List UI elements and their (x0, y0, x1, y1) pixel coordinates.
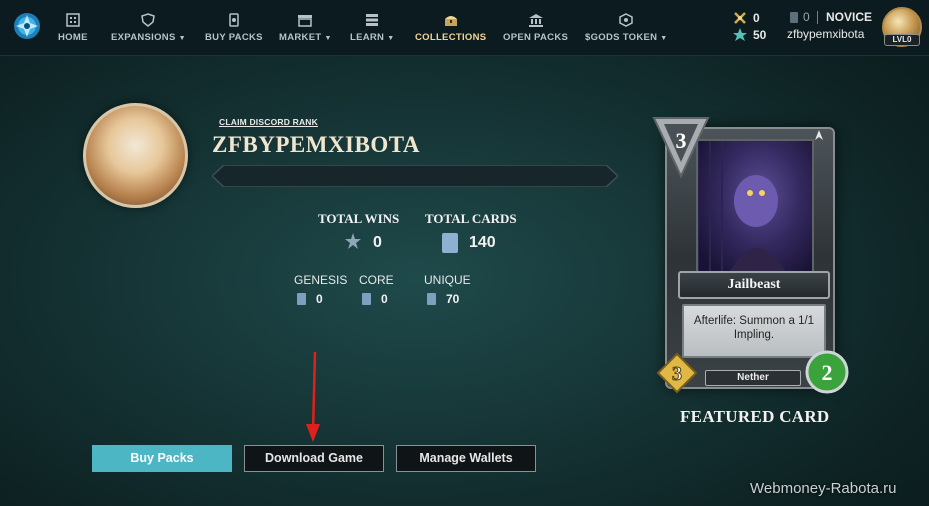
chevron-down-icon: ▼ (387, 35, 395, 42)
nav-expansions-label: EXPANSIONS (111, 32, 176, 43)
nav-open-packs-label: OPEN PACKS (503, 32, 569, 43)
watermark: Webmoney-Rabota.ru (750, 480, 897, 497)
core-label: CORE (359, 273, 394, 287)
core-card-icon (362, 293, 371, 305)
health-badge: 2 (805, 350, 849, 394)
genesis-card-icon (297, 293, 306, 305)
pack-icon (229, 13, 239, 27)
download-game-button[interactable]: Download Game (244, 445, 384, 472)
unique-value: 70 (446, 292, 460, 306)
card-tribe: Nether (705, 370, 801, 386)
total-wins-value: 0 (373, 234, 382, 251)
attack-badge: 3 (656, 352, 698, 394)
chevron-down-icon: ▼ (660, 35, 668, 42)
nav-open-packs[interactable]: OPEN PACKS (503, 0, 568, 56)
top-navbar: HOME EXPANSIONS ▼ BUY PACKS MARKET ▼ LEARN… (0, 0, 929, 56)
nav-market[interactable]: MARKET ▼ (279, 0, 332, 56)
divider (817, 11, 818, 24)
nav-buy-packs[interactable]: BUY PACKS (205, 0, 263, 56)
jailbeast-art-icon (697, 141, 788, 275)
buy-packs-button[interactable]: Buy Packs (92, 445, 232, 472)
nav-gods-token-label: $GODS TOKEN (585, 32, 658, 43)
genesis-value: 0 (316, 292, 323, 306)
attack-value: 3 (672, 363, 682, 385)
card-name: Jailbeast (678, 271, 830, 299)
star-value: 50 (753, 28, 767, 42)
wins-icon (345, 233, 361, 249)
total-cards-value: 140 (469, 234, 496, 251)
rank-label: NOVICE (826, 10, 873, 24)
nav-collections-label: COLLECTIONS (415, 32, 487, 43)
genesis-label: GENESIS (294, 273, 348, 287)
star-icon (733, 28, 747, 41)
book-icon (366, 14, 379, 26)
cards-icon (442, 233, 458, 253)
nav-collections[interactable]: COLLECTIONS (415, 0, 486, 56)
flux-balance: 0 (733, 10, 760, 26)
mana-badge: 3 (652, 117, 710, 179)
shield-icon (141, 13, 156, 27)
nav-username[interactable]: zfbypemxibota (787, 27, 864, 41)
total-cards-label: TOTAL CARDS (425, 211, 517, 226)
manage-wallets-button[interactable]: Manage Wallets (396, 445, 536, 472)
nav-buy-packs-label: BUY PACKS (205, 32, 263, 43)
card-count-value: 0 (803, 10, 810, 24)
chest-icon (444, 16, 457, 26)
nav-market-label: MARKET (279, 32, 322, 43)
nav-home-label: HOME (58, 32, 88, 43)
red-arrow-annotation (306, 352, 320, 442)
nav-home[interactable]: HOME (58, 0, 88, 56)
unique-label: UNIQUE (424, 273, 471, 287)
profile-avatar (83, 103, 188, 208)
store-icon (298, 15, 313, 27)
home-icon (66, 13, 80, 27)
star-balance: 50 (733, 27, 766, 43)
nav-expansions[interactable]: EXPANSIONS ▼ (111, 0, 186, 56)
chevron-down-icon: ▼ (324, 35, 332, 42)
mana-value: 3 (676, 128, 687, 153)
health-value: 2 (822, 360, 833, 385)
nav-learn[interactable]: LEARN ▼ (350, 0, 394, 56)
profile-name: ZFBYPEMXIBOTA (212, 132, 420, 157)
nav-learn-label: LEARN (350, 32, 385, 43)
bank-icon (528, 14, 543, 27)
chevron-down-icon: ▼ (178, 35, 186, 42)
featured-card-label: FEATURED CARD (680, 407, 830, 426)
core-value: 0 (381, 292, 388, 306)
flux-icon (734, 12, 746, 24)
gods-unchained-logo-icon[interactable] (12, 11, 42, 41)
unique-card-icon (427, 293, 436, 305)
total-wins-label: TOTAL WINS (318, 211, 400, 226)
god-symbol-icon (815, 130, 823, 140)
token-icon (619, 13, 633, 27)
featured-card[interactable]: 3 Jailbeast Afterlife: Summon a 1/1 Impl… (650, 112, 855, 402)
experience-bar (212, 165, 618, 187)
level-badge: LVL0 (884, 34, 920, 46)
nav-gods-token[interactable]: $GODS TOKEN ▼ (585, 0, 668, 56)
flux-value: 0 (753, 11, 760, 25)
card-art (696, 139, 814, 277)
claim-discord-rank-link[interactable]: CLAIM DISCORD RANK (219, 117, 318, 127)
card-icon (790, 12, 798, 23)
